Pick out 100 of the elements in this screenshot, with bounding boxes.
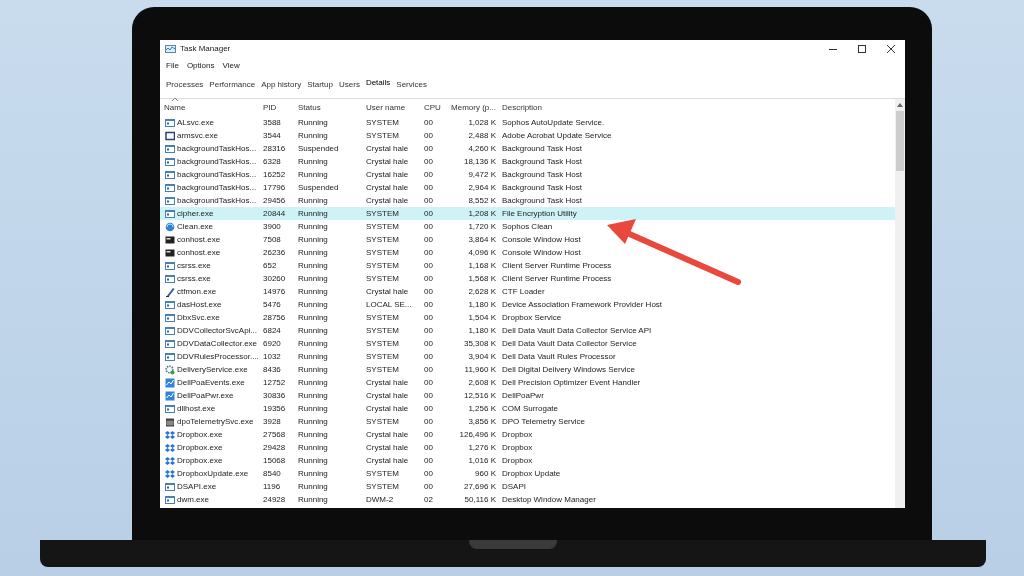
process-row[interactable]: Dropbox.exe 27568 Running Crystal hale 00 126,496 K Dropbox [160, 428, 895, 441]
process-row[interactable]: conhost.exe 26236 Running SYSTEM 00 4,096 K Console Window Host [160, 246, 895, 259]
process-row[interactable]: ALsvc.exe 3588 Running SYSTEM 00 1,028 K Sophos AutoUpdate Service. [160, 116, 895, 129]
process-row[interactable]: dasHost.exe 5476 Running LOCAL SE... 00 1,180 K Device Association Framework Provider Host [160, 298, 895, 311]
table-cell-text: Running [297, 376, 329, 389]
process-row[interactable]: DDVRulesProcessor.... 1032 Running SYSTEM 00 3,904 K Dell Data Vault Rules Processor [160, 350, 895, 363]
process-row[interactable]: backgroundTaskHos... 28316 Suspended Crystal hale 00 4,260 K Background Task Host [160, 142, 895, 155]
process-row[interactable]: backgroundTaskHos... 6328 Running Crystal hale 00 18,136 K Background Task Host [160, 155, 895, 168]
column-header[interactable]: PID [263, 96, 277, 114]
column-header[interactable]: Status [298, 96, 321, 114]
table-cell-text: 1,276 K [467, 441, 497, 454]
table-cell-text: Running [297, 155, 329, 168]
table-cell-text: 1,504 K [467, 311, 497, 324]
process-row[interactable]: DSAPI.exe 1196 Running SYSTEM 00 27,696 K DSAPI [160, 480, 895, 493]
table-cell-text: Dropbox Update [501, 467, 562, 480]
tab[interactable]: Startup [307, 77, 333, 92]
table-cell-text: 00 [423, 155, 434, 168]
table-cell-text: Running [297, 441, 329, 454]
close-icon [886, 45, 895, 53]
box-icon [165, 455, 175, 466]
table-cell-text: 1,256 K [467, 402, 497, 415]
tab[interactable]: Services [396, 77, 427, 92]
table-cell-text: 1,016 K [467, 454, 497, 467]
table-cell-text: 960 K [474, 467, 497, 480]
table-cell-text: 00 [423, 402, 434, 415]
process-row[interactable]: dllhost.exe 19356 Running Crystal hale 00 1,256 K COM Surrogate [160, 402, 895, 415]
table-cell-text: 3544 [262, 129, 282, 142]
process-row[interactable]: csrss.exe 652 Running SYSTEM 00 1,168 K Client Server Runtime Process [160, 259, 895, 272]
table-cell-text: SYSTEM [365, 129, 400, 142]
program-icon [165, 351, 175, 362]
table-cell-text: 00 [423, 233, 434, 246]
process-row[interactable]: DellPoaPwr.exe 30836 Running Crystal hale 00 12,516 K DellPoaPwr [160, 389, 895, 402]
table-cell-text: 8540 [262, 467, 282, 480]
table-cell-text: Crystal hale [365, 168, 410, 181]
table-cell: csrss.exe [177, 272, 211, 285]
table-cell-text: SYSTEM [365, 324, 400, 337]
table-cell-text: 1,208 K [467, 207, 497, 220]
box-icon [165, 429, 175, 440]
table-cell-text: 4,096 K [467, 246, 497, 259]
window-title: Task Manager [180, 43, 231, 55]
process-row[interactable]: backgroundTaskHos... 17796 Suspended Crystal hale 00 2,964 K Background Task Host [160, 181, 895, 194]
tab[interactable]: Details [365, 76, 391, 90]
table-cell-text: 6920 [262, 337, 282, 350]
table-cell: dwm.exe [177, 493, 209, 506]
table-cell-text: Running [297, 233, 329, 246]
table-cell-text: 27,696 K [462, 480, 497, 493]
process-row[interactable]: DeliveryService.exe 8436 Running SYSTEM 00 11,960 K Dell Digital Delivery Windows Service [160, 363, 895, 376]
process-row[interactable]: backgroundTaskHos... 29456 Running Crystal hale 00 8,552 K Background Task Host [160, 194, 895, 207]
table-cell-text: 8,552 K [467, 194, 497, 207]
process-row[interactable]: DbxSvc.exe 28756 Running SYSTEM 00 1,504 K Dropbox Service [160, 311, 895, 324]
table-cell-text: 1,168 K [467, 259, 497, 272]
menu-item[interactable]: View [222, 59, 240, 72]
table-cell-text: 14976 [262, 285, 287, 298]
table-cell-text: 00 [423, 142, 434, 155]
tab[interactable]: Processes [166, 77, 204, 92]
menu-item[interactable]: Options [186, 59, 215, 72]
process-row[interactable]: DDVDataCollector.exe 6920 Running SYSTEM 00 35,308 K Dell Data Vault Data Collector Service [160, 337, 895, 350]
table-cell-text: 30260 [262, 272, 287, 285]
process-row[interactable]: dpoTelemetrySvc.exe 3928 Running SYSTEM 00 3,856 K DPO Telemetry Service [160, 415, 895, 428]
table-cell-text: 28316 [262, 142, 287, 155]
process-row[interactable]: DellPoaEvents.exe 12752 Running Crystal hale 00 2,608 K Dell Precision Optimizer Event Handler [160, 376, 895, 389]
scroll-thumb[interactable] [896, 111, 904, 171]
table-cell-text: SYSTEM [365, 415, 400, 428]
program-icon [165, 312, 175, 323]
tab[interactable]: App history [261, 77, 302, 92]
process-row[interactable]: csrss.exe 30260 Running SYSTEM 00 1,568 K Client Server Runtime Process [160, 272, 895, 285]
process-row[interactable]: armsvc.exe 3544 Running SYSTEM 00 2,488 K Adobe Acrobat Update Service [160, 129, 895, 142]
menu-item[interactable]: File [166, 59, 179, 72]
table-cell-text: 3900 [262, 220, 282, 233]
tab[interactable]: Users [339, 77, 360, 92]
process-row[interactable]: dwm.exe 24928 Running DWM-2 02 50,116 K Desktop Window Manager [160, 493, 895, 506]
table-cell: DDVDataCollector.exe [177, 337, 258, 350]
column-header[interactable]: Memory (p... [451, 96, 496, 114]
table-cell-text: 00 [423, 454, 434, 467]
table-cell-text: 1,180 K [467, 298, 497, 311]
table-cell-text: Running [297, 129, 329, 142]
table-cell: DropboxUpdate.exe [177, 467, 249, 480]
column-header[interactable]: CPU [424, 96, 441, 114]
table-cell-text: Running [297, 324, 329, 337]
process-row[interactable]: backgroundTaskHos... 16252 Running Crystal hale 00 9,472 K Background Task Host [160, 168, 895, 181]
table-cell-text: Running [297, 272, 329, 285]
column-header[interactable]: Name [164, 96, 186, 114]
table-cell-text: 00 [423, 337, 434, 350]
tab[interactable]: Performance [209, 77, 256, 92]
column-header[interactable]: User name [366, 96, 406, 114]
scrollbar[interactable] [895, 99, 905, 508]
process-row[interactable]: cipher.exe 20844 Running SYSTEM 00 1,208 K File Encryption Utility [160, 207, 895, 220]
column-header[interactable]: Description [502, 96, 542, 114]
process-row[interactable]: DropboxUpdate.exe 8540 Running SYSTEM 00 960 K Dropbox Update [160, 467, 895, 480]
process-row[interactable]: DDVCollectorSvcApi... 6824 Running SYSTEM 00 1,180 K Dell Data Vault Data Collector Service API [160, 324, 895, 337]
table-cell-text: Suspended [297, 142, 340, 155]
process-row[interactable]: Dropbox.exe 29428 Running Crystal hale 00 1,276 K Dropbox [160, 441, 895, 454]
table-cell-text: 12752 [262, 376, 287, 389]
table-cell-text: Running [297, 467, 329, 480]
process-row[interactable]: Clean.exe 3900 Running SYSTEM 00 1,720 K Sophos Clean [160, 220, 895, 233]
table-cell-text: 3928 [262, 415, 282, 428]
process-row[interactable]: conhost.exe 7508 Running SYSTEM 00 3,864 K Console Window Host [160, 233, 895, 246]
table-cell-text: Running [297, 246, 329, 259]
process-row[interactable]: ctfmon.exe 14976 Running Crystal hale 00 2,628 K CTF Loader [160, 285, 895, 298]
process-row[interactable]: Dropbox.exe 15068 Running Crystal hale 00 1,016 K Dropbox [160, 454, 895, 467]
